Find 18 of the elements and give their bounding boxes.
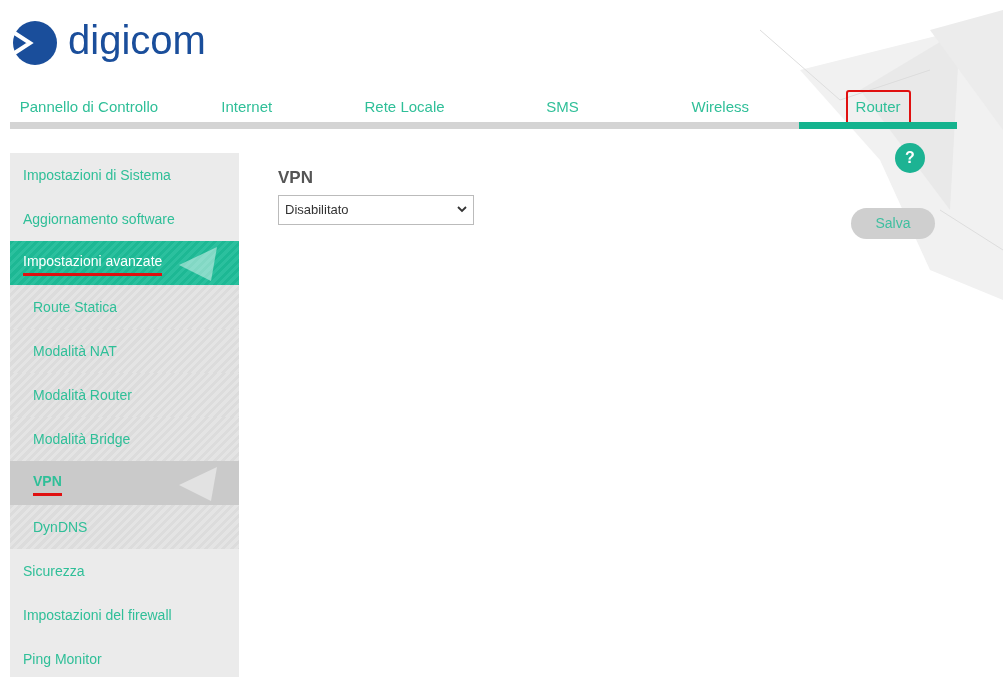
submenu-item[interactable]: Route Statica bbox=[10, 285, 239, 329]
save-button[interactable]: Salva bbox=[851, 208, 935, 239]
nav-tab[interactable]: Pannello di Controllo bbox=[9, 90, 169, 125]
submenu-item[interactable]: Modalità Router bbox=[10, 373, 239, 417]
logo-icon bbox=[10, 20, 60, 66]
logo-text: digicom bbox=[68, 20, 206, 60]
nav-tab[interactable]: Rete Locale bbox=[354, 90, 455, 125]
chevron-down-icon bbox=[457, 206, 467, 213]
submenu-item[interactable]: DynDNS bbox=[10, 505, 239, 549]
submenu-item[interactable]: Modalità NAT bbox=[10, 329, 239, 373]
nav-tab[interactable]: SMS bbox=[536, 90, 589, 125]
nav-tab[interactable]: Internet bbox=[211, 90, 283, 125]
submenu-item[interactable]: Modalità Bridge bbox=[10, 417, 239, 461]
menu-item[interactable]: Impostazioni avanzate bbox=[10, 241, 239, 285]
section-title: VPN bbox=[278, 167, 313, 189]
submenu-item[interactable]: VPN bbox=[10, 461, 239, 505]
vpn-select[interactable]: Disabilitato bbox=[278, 194, 474, 225]
nav-tab[interactable]: Wireless bbox=[681, 90, 759, 125]
